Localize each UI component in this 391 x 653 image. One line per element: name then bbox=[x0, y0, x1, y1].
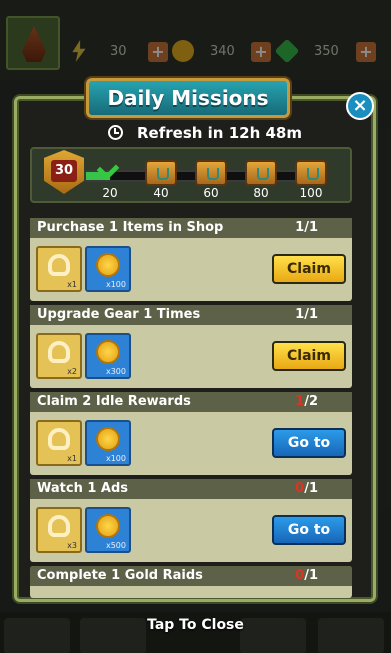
reward-coins: x100 bbox=[85, 420, 131, 466]
chest-icon-60[interactable] bbox=[195, 160, 227, 186]
reward-scroll: x3 bbox=[36, 507, 82, 553]
reward-coins: x100 bbox=[85, 246, 131, 292]
reward-qty: x3 bbox=[67, 541, 77, 550]
scroll-icon bbox=[48, 341, 70, 363]
coin-icon bbox=[96, 427, 120, 451]
goto-button[interactable]: Go to bbox=[272, 428, 346, 458]
reward-scroll: x2 bbox=[36, 333, 82, 379]
chest-icon-40[interactable] bbox=[145, 160, 177, 186]
claim-button[interactable]: Claim bbox=[272, 341, 346, 371]
mission-card: Claim 2 Idle Rewards 1/2 x1 x100 Go to bbox=[30, 392, 352, 475]
reward-qty: x1 bbox=[67, 454, 77, 463]
refresh-timer: Refresh in 12h 48m bbox=[108, 124, 302, 144]
milestone-label: 20 bbox=[102, 186, 118, 200]
close-button[interactable]: × bbox=[346, 92, 374, 120]
mission-progress: 1/1 bbox=[295, 220, 318, 235]
reward-qty: x1 bbox=[67, 280, 77, 289]
mission-card: Purchase 1 Items in Shop 1/1 x1 x100 Cla… bbox=[30, 218, 352, 301]
mission-card: Watch 1 Ads 0/1 x3 x500 Go to bbox=[30, 479, 352, 562]
reward-qty: x500 bbox=[105, 541, 126, 550]
reward-coins: x500 bbox=[85, 507, 131, 553]
refresh-text: Refresh in 12h 48m bbox=[137, 124, 302, 142]
reward-qty: x100 bbox=[105, 454, 126, 463]
reward-scroll: x1 bbox=[36, 420, 82, 466]
scroll-icon bbox=[48, 515, 70, 537]
reward-scroll: x1 bbox=[36, 246, 82, 292]
milestone-label: 80 bbox=[253, 186, 269, 200]
mission-progress: 0/1 bbox=[295, 481, 318, 496]
milestone-label: 40 bbox=[153, 186, 169, 200]
clock-icon bbox=[108, 125, 123, 140]
reward-qty: x2 bbox=[67, 367, 77, 376]
coin-icon bbox=[96, 340, 120, 364]
chest-icon-80[interactable] bbox=[245, 160, 277, 186]
points-value: 30 bbox=[51, 160, 77, 182]
goto-button[interactable]: Go to bbox=[272, 515, 346, 545]
coin-icon bbox=[96, 514, 120, 538]
milestone-label: 60 bbox=[203, 186, 219, 200]
reward-qty: x300 bbox=[105, 367, 126, 376]
reward-qty: x100 bbox=[105, 280, 126, 289]
mission-card: Upgrade Gear 1 Times 1/1 x2 x300 Claim bbox=[30, 305, 352, 388]
mission-progress: 1/1 bbox=[295, 307, 318, 322]
reward-coins: x300 bbox=[85, 333, 131, 379]
chest-icon-100[interactable] bbox=[295, 160, 327, 186]
tap-to-close-label[interactable]: Tap To Close bbox=[0, 617, 391, 633]
mission-progress: 0/1 bbox=[295, 568, 318, 583]
scroll-icon bbox=[48, 254, 70, 276]
mission-card: Complete 1 Gold Raids 0/1 bbox=[30, 566, 352, 598]
mission-progress: 1/2 bbox=[295, 394, 318, 409]
modal-title: Daily Missions bbox=[86, 78, 290, 118]
milestone-label: 100 bbox=[299, 186, 323, 200]
coin-icon bbox=[96, 253, 120, 277]
scroll-icon bbox=[48, 428, 70, 450]
claim-button[interactable]: Claim bbox=[272, 254, 346, 284]
